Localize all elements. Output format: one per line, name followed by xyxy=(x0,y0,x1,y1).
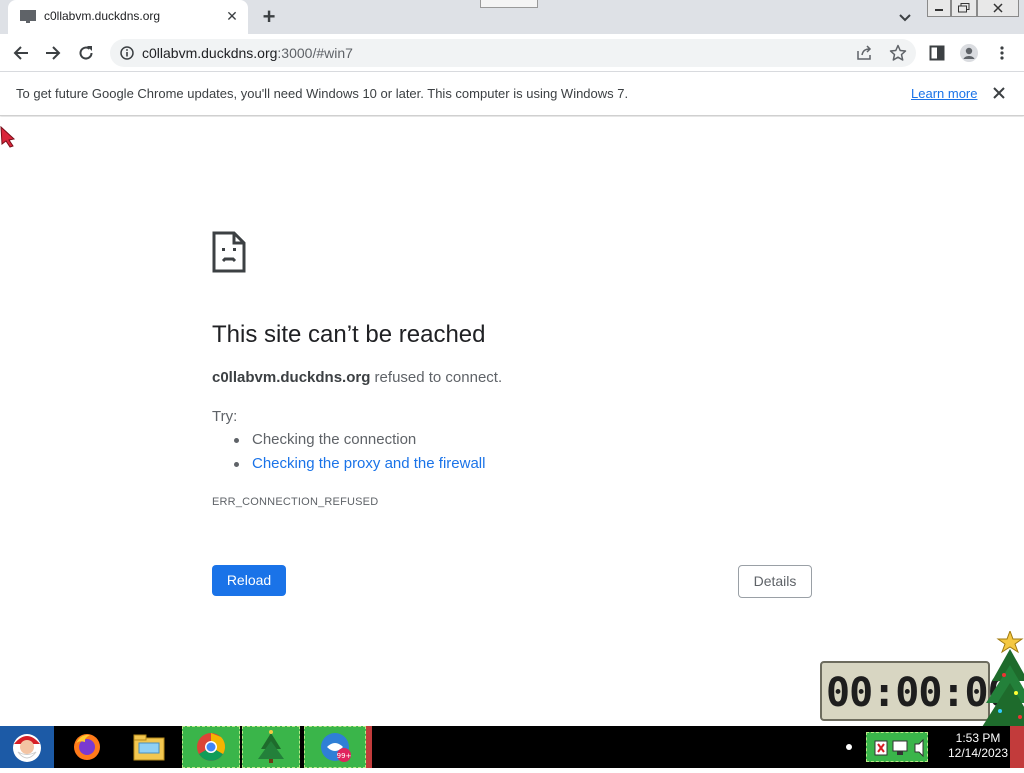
forward-arrow-icon xyxy=(46,46,61,60)
mouse-cursor-icon xyxy=(0,126,16,148)
taskbar-christmas-tree[interactable] xyxy=(242,726,300,768)
reload-toolbar-button[interactable] xyxy=(73,40,99,66)
url-path: :3000/#win7 xyxy=(277,45,353,61)
tray-icons xyxy=(866,732,928,762)
kebab-menu-icon xyxy=(1000,46,1004,60)
update-infobar: To get future Google Chrome updates, you… xyxy=(0,72,1024,116)
taskbar-firefox[interactable] xyxy=(66,726,108,768)
error-heading: This site can’t be reached xyxy=(212,321,486,348)
refresh-icon xyxy=(79,46,93,60)
reload-button[interactable]: Reload xyxy=(212,565,286,596)
clock-gadget-frame: 00:00:00 xyxy=(820,661,1012,721)
close-infobar-icon[interactable] xyxy=(990,84,1008,102)
restore-icon xyxy=(958,3,970,13)
taskbar: 99+ 1:53 PM 12/14/2023 xyxy=(0,726,1024,768)
santa-start-icon xyxy=(13,734,41,762)
menu-button[interactable] xyxy=(989,40,1015,66)
minimize-button[interactable] xyxy=(927,0,951,17)
error-host: c0llabvm.duckdns.org xyxy=(212,369,371,386)
messenger-icon: 99+ xyxy=(321,733,352,762)
tray-indicator-dot xyxy=(846,744,852,750)
taskbar-separator xyxy=(366,726,372,768)
address-bar[interactable]: c0llabvm.duckdns.org:3000/#win7 xyxy=(110,39,916,67)
network-error-icon[interactable] xyxy=(867,733,929,763)
infobar-message: To get future Google Chrome updates, you… xyxy=(16,86,629,101)
show-desktop-button[interactable] xyxy=(1010,726,1024,768)
browser-toolbar: c0llabvm.duckdns.org:3000/#win7 xyxy=(0,34,1024,72)
error-code: ERR_CONNECTION_REFUSED xyxy=(212,496,379,508)
suggestion-list: Checking the connection Checking the pro… xyxy=(212,430,485,478)
taskbar-chrome[interactable] xyxy=(182,726,240,768)
close-icon xyxy=(993,3,1003,13)
url-text: c0llabvm.duckdns.org:3000/#win7 xyxy=(142,45,353,61)
side-panel-button[interactable] xyxy=(924,40,950,66)
error-detail-text: refused to connect. xyxy=(370,369,503,386)
back-arrow-icon xyxy=(13,46,28,60)
close-window-button[interactable] xyxy=(977,0,1019,17)
details-button[interactable]: Details xyxy=(738,565,812,598)
bookmark-star-icon[interactable] xyxy=(889,44,907,62)
share-icon[interactable] xyxy=(856,45,872,61)
back-button[interactable] xyxy=(8,40,34,66)
learn-more-link[interactable]: Learn more xyxy=(911,86,977,101)
tab-close-icon[interactable]: ✕ xyxy=(224,8,240,24)
window-controls xyxy=(927,0,1019,18)
try-label: Try: xyxy=(212,408,238,425)
sad-page-icon xyxy=(212,231,246,273)
window-drag-handle[interactable] xyxy=(480,0,538,8)
profile-avatar-icon xyxy=(960,44,978,62)
file-explorer-icon xyxy=(133,734,165,761)
tray-date: 12/14/2023 xyxy=(947,746,1009,760)
taskbar-messenger[interactable]: 99+ xyxy=(304,726,366,768)
tab-active[interactable]: c0llabvm.duckdns.org ✕ xyxy=(8,0,248,34)
site-info-icon[interactable] xyxy=(120,46,134,60)
error-detail: c0llabvm.duckdns.org refused to connect. xyxy=(212,369,502,386)
tab-search-chevron-icon[interactable] xyxy=(896,8,914,26)
christmas-tree-icon xyxy=(982,631,1024,727)
firefox-icon xyxy=(74,734,100,760)
side-panel-icon xyxy=(929,45,945,61)
url-host: c0llabvm.duckdns.org xyxy=(142,45,278,61)
christmas-tree-app-icon xyxy=(258,730,284,763)
suggestion-check-proxy-link[interactable]: Checking the proxy and the firewall xyxy=(212,454,485,478)
chrome-icon xyxy=(197,733,225,761)
tray-time: 1:53 PM xyxy=(955,731,1001,745)
forward-button[interactable] xyxy=(40,40,66,66)
monitor-icon xyxy=(20,10,36,23)
minimize-icon xyxy=(935,9,943,11)
tab-strip: c0llabvm.duckdns.org ✕ + xyxy=(0,0,1024,34)
start-button[interactable] xyxy=(0,726,54,768)
tab-title: c0llabvm.duckdns.org xyxy=(44,9,161,23)
taskbar-file-explorer[interactable] xyxy=(128,726,170,768)
new-tab-button[interactable]: + xyxy=(258,6,280,28)
desktop-clock-gadget[interactable]: 00:00:00 xyxy=(820,631,1024,727)
system-tray: 1:53 PM 12/14/2023 xyxy=(866,726,1010,768)
tray-clock[interactable]: 1:53 PM 12/14/2023 xyxy=(946,731,1010,761)
messenger-badge: 99+ xyxy=(337,752,352,760)
suggestion-check-connection: Checking the connection xyxy=(212,430,485,454)
profile-button[interactable] xyxy=(956,40,982,66)
error-page: This site can’t be reached c0llabvm.duck… xyxy=(0,117,1024,727)
restore-button[interactable] xyxy=(951,0,977,17)
